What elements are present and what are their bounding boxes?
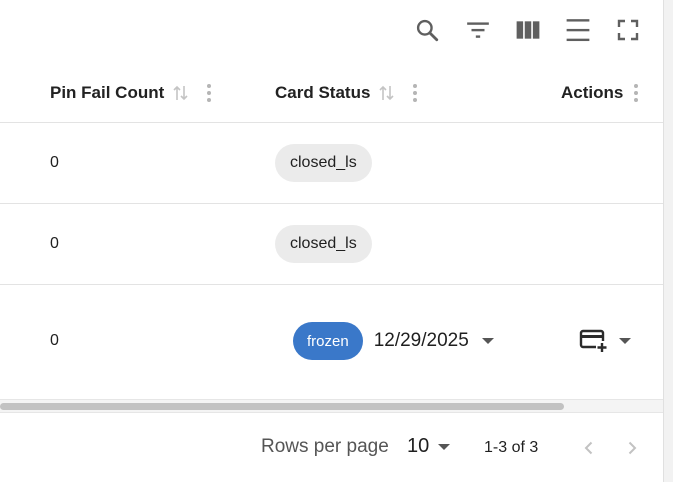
scrollbar-thumb[interactable]: [0, 403, 564, 410]
rows-per-page-label: Rows per page: [261, 436, 389, 457]
columns-icon: [516, 21, 540, 39]
column-title: Actions: [561, 82, 624, 102]
table-row[interactable]: 0 closed_ls: [0, 123, 663, 204]
card-status-cell: closed_ls: [275, 204, 372, 284]
vertical-scrollbar-track[interactable]: [663, 0, 673, 482]
columns-button[interactable]: [512, 14, 544, 46]
column-header-actions: Actions: [561, 62, 639, 123]
sort-icon[interactable]: [378, 83, 396, 103]
data-table: Pin Fail Count Card Status Actions 0 clo…: [0, 0, 663, 482]
column-header-pin-fail-count[interactable]: Pin Fail Count: [50, 62, 212, 123]
pin-fail-count-cell: 0: [50, 154, 59, 171]
rows-per-page-select[interactable]: 10: [407, 435, 451, 458]
column-menu-icon[interactable]: [206, 83, 212, 103]
density-button[interactable]: [562, 14, 594, 46]
pin-fail-count-cell: 0: [50, 235, 59, 252]
add-card-menu-button[interactable]: [579, 328, 631, 354]
fullscreen-icon: [617, 19, 639, 41]
column-title: Card Status: [275, 82, 371, 102]
table-row[interactable]: 0 frozen 12/29/2025: [0, 285, 663, 399]
column-title: Pin Fail Count: [50, 82, 165, 102]
add-card-icon: [579, 329, 608, 353]
column-menu-icon[interactable]: [633, 83, 639, 103]
chevron-right-icon: [628, 441, 637, 455]
page-range: 1-3 of 3: [484, 439, 539, 456]
filter-icon: [467, 22, 489, 38]
table-header: Pin Fail Count Card Status Actions: [0, 62, 663, 123]
date-select[interactable]: 12/29/2025: [374, 330, 494, 352]
horizontal-scrollbar[interactable]: [0, 399, 663, 413]
fullscreen-button[interactable]: [612, 14, 644, 46]
status-chip: closed_ls: [275, 144, 372, 182]
search-button[interactable]: [411, 14, 443, 46]
table-row[interactable]: 0 closed_ls: [0, 204, 663, 285]
previous-page-button[interactable]: [575, 434, 603, 462]
pin-fail-count-cell: 0: [50, 332, 59, 349]
card-status-cell: closed_ls: [275, 123, 372, 203]
column-menu-icon[interactable]: [412, 83, 418, 103]
table-toolbar: [0, 0, 663, 62]
actions-cell: [579, 285, 631, 397]
chevron-left-icon: [584, 441, 593, 455]
chevron-down-icon: [619, 338, 631, 344]
column-header-card-status[interactable]: Card Status: [275, 62, 418, 123]
date-value: 12/29/2025: [373, 330, 469, 351]
chevron-down-icon: [481, 338, 494, 344]
pagination-bar: Rows per page 10 1-3 of 3: [0, 414, 663, 482]
status-chip: closed_ls: [275, 225, 372, 263]
sort-icon[interactable]: [172, 83, 190, 103]
card-status-cell: frozen 12/29/2025: [293, 285, 494, 397]
rows-per-page-value: 10: [407, 435, 430, 457]
chevron-down-icon: [438, 443, 451, 450]
next-page-button[interactable]: [618, 434, 646, 462]
density-icon: [566, 19, 590, 42]
filter-button[interactable]: [462, 14, 494, 46]
status-chip-frozen[interactable]: frozen: [293, 322, 363, 360]
search-icon: [416, 19, 439, 42]
